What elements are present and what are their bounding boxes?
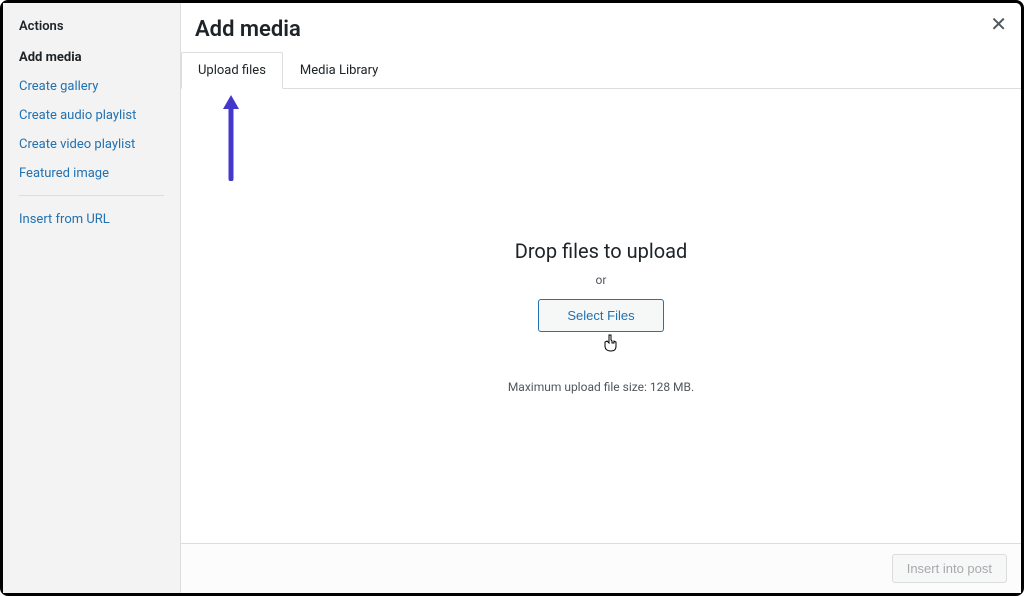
actions-sidebar: Actions Add media Create gallery Create … bbox=[3, 3, 181, 593]
sidebar-item-insert-from-url[interactable]: Insert from URL bbox=[19, 212, 164, 227]
max-upload-size-text: Maximum upload file size: 128 MB. bbox=[508, 380, 694, 394]
tab-media-library[interactable]: Media Library bbox=[283, 52, 395, 88]
tab-upload-files[interactable]: Upload files bbox=[181, 52, 283, 89]
sidebar-item-create-audio-playlist[interactable]: Create audio playlist bbox=[19, 108, 164, 123]
or-text: or bbox=[596, 273, 607, 287]
sidebar-item-create-gallery[interactable]: Create gallery bbox=[19, 79, 164, 94]
cursor-pointer-icon bbox=[603, 334, 619, 356]
sidebar-title: Actions bbox=[19, 19, 164, 34]
modal-header: Add media ✕ bbox=[181, 3, 1021, 52]
insert-into-post-button[interactable]: Insert into post bbox=[892, 554, 1007, 583]
close-icon: ✕ bbox=[990, 14, 1007, 36]
drop-files-text: Drop files to upload bbox=[515, 239, 688, 263]
modal-footer: Insert into post bbox=[181, 543, 1021, 593]
close-button[interactable]: ✕ bbox=[990, 15, 1007, 35]
upload-area[interactable]: Drop files to upload or Select Files Max… bbox=[181, 89, 1021, 543]
select-files-button[interactable]: Select Files bbox=[538, 299, 663, 332]
sidebar-item-add-media[interactable]: Add media bbox=[19, 50, 164, 65]
sidebar-item-create-video-playlist[interactable]: Create video playlist bbox=[19, 137, 164, 152]
sidebar-item-featured-image[interactable]: Featured image bbox=[19, 166, 164, 181]
tabs-row: Upload files Media Library bbox=[181, 52, 1021, 89]
main-panel: Add media ✕ Upload files Media Library D… bbox=[181, 3, 1021, 593]
annotation-arrow-icon bbox=[221, 95, 241, 185]
sidebar-divider bbox=[19, 195, 164, 196]
page-title: Add media bbox=[195, 17, 301, 42]
